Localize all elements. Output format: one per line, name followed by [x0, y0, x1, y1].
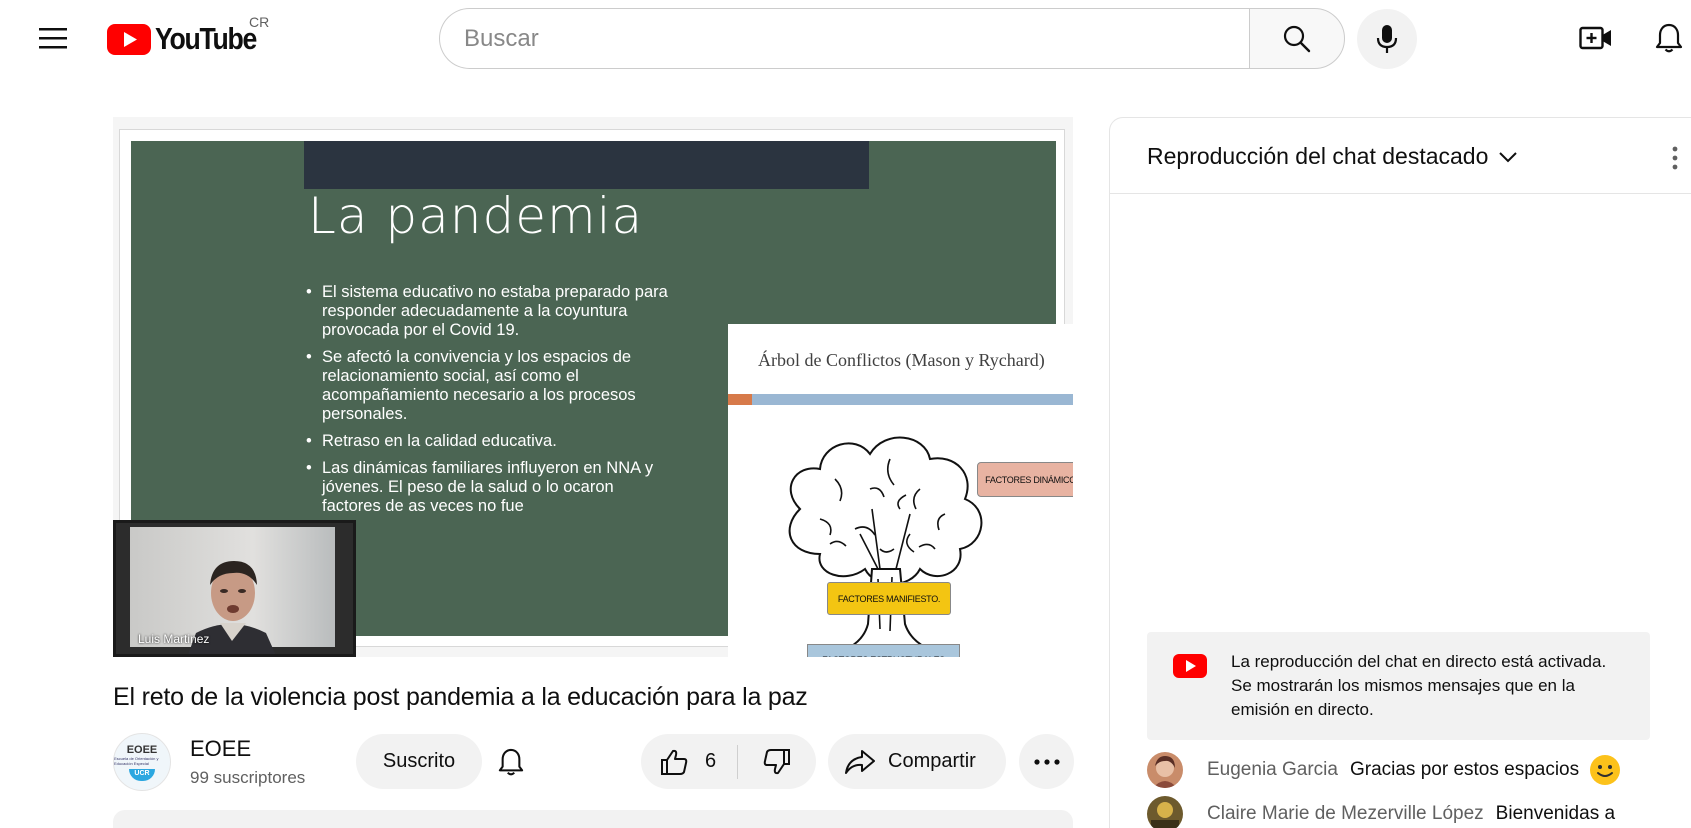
share-button[interactable]: Compartir — [828, 734, 1006, 789]
chat-banner-text: La reproducción del chat en directo está… — [1231, 652, 1607, 719]
notifications-button[interactable] — [1648, 18, 1690, 58]
voice-search-button[interactable] — [1357, 9, 1417, 69]
channel-name[interactable]: EOEE — [190, 736, 251, 762]
conflict-tree-card: Árbol de Conflictos (Mason y Rychard) FA… — [728, 324, 1073, 657]
smiley-emoji-icon — [1590, 755, 1621, 785]
create-video-icon — [1579, 26, 1611, 50]
create-button[interactable] — [1575, 18, 1617, 58]
search-bar — [439, 8, 1345, 69]
message-author[interactable]: Claire Marie de Mezerville López — [1207, 803, 1484, 825]
chat-title: Reproducción del chat destacado — [1147, 143, 1489, 169]
card-title: Árbol de Conflictos (Mason y Rychard) — [758, 350, 1045, 370]
avatar-badge: UCR — [129, 768, 155, 781]
search-input[interactable] — [464, 24, 1249, 53]
share-icon — [845, 749, 875, 774]
slide-bullet: Las dinámicas familiares influyeron en N… — [306, 459, 676, 516]
masthead: YouTube CR — [0, 0, 1691, 76]
message-author[interactable]: Eugenia Garcia — [1207, 759, 1338, 781]
like-count: 6 — [705, 750, 717, 772]
video-title: El reto de la violencia post pandemia a … — [113, 683, 808, 711]
menu-button[interactable] — [30, 18, 76, 58]
youtube-wordmark: YouTube — [155, 21, 257, 56]
chat-replay-banner: La reproducción del chat en directo está… — [1147, 632, 1650, 740]
channel-avatar[interactable]: EOEE Escuela de Orientación y Educación … — [113, 733, 171, 791]
search-icon — [1283, 25, 1311, 52]
live-chat-replay: Reproducción del chat destacado La repro… — [1109, 117, 1691, 828]
slide-bullet: Retraso en la calidad educativa. — [306, 432, 676, 451]
card-divider-bar — [728, 394, 1073, 405]
message-text: Gracias por estos espacios — [1349, 759, 1580, 780]
chat-more-button[interactable] — [1655, 138, 1691, 178]
label-manifest-factors: FACTORES MANIFIESTO. — [827, 582, 951, 615]
bell-icon — [498, 748, 524, 776]
chevron-down-icon — [1499, 151, 1518, 162]
more-horizontal-icon — [1033, 758, 1060, 765]
chat-header: Reproducción del chat destacado — [1110, 118, 1691, 194]
region-code: CR — [249, 14, 270, 30]
avatar-subtext: Escuela de Orientación y Educación Espec… — [114, 755, 159, 766]
dislike-button[interactable] — [738, 734, 816, 789]
slide-bullets: El sistema educativo no estaba preparado… — [306, 283, 676, 524]
youtube-logo[interactable]: YouTube CR — [107, 14, 273, 57]
slide-bullet: El sistema educativo no estaba preparado… — [306, 283, 676, 340]
search-box — [439, 8, 1249, 69]
author-avatar[interactable] — [1147, 796, 1183, 828]
card-divider-accent — [728, 394, 752, 405]
chat-message: Eugenia Garcia Gracias por estos espacio… — [1147, 752, 1621, 788]
message-text: Bienvenidas a — [1495, 803, 1616, 824]
more-vertical-icon — [1672, 146, 1678, 170]
mic-icon — [1376, 25, 1398, 53]
thumbs-up-icon — [661, 749, 688, 775]
youtube-logo-icon — [107, 23, 151, 55]
label-structural-factors: FACTORES ESTRUCTURALES — [807, 644, 960, 657]
video-player[interactable]: La pandemia El sistema educativo no esta… — [113, 117, 1073, 657]
bell-icon — [1655, 23, 1683, 53]
avatar-image — [1147, 752, 1183, 788]
description-box[interactable] — [113, 810, 1073, 828]
youtube-icon — [1173, 654, 1207, 678]
chat-message: Claire Marie de Mezerville López Bienven… — [1147, 796, 1615, 828]
tree-illustration — [788, 436, 983, 648]
subscriber-count: 99 suscriptores — [190, 768, 306, 787]
speaker-webcam: Luis Martinez — [113, 520, 356, 657]
slide-bullet: Se afectó la convivencia y los espacios … — [306, 348, 676, 424]
avatar-text: EOEE — [126, 743, 158, 756]
notification-preference-button[interactable] — [488, 739, 534, 785]
thumbs-down-icon — [763, 748, 790, 774]
search-button[interactable] — [1249, 8, 1345, 69]
subscribed-button[interactable]: Suscrito — [356, 734, 482, 789]
chat-mode-dropdown[interactable]: Reproducción del chat destacado — [1147, 143, 1518, 170]
label-dynamic-factors: FACTORES DINÁMICOS. — [977, 462, 1073, 497]
slide-title: La pandemia — [308, 187, 644, 245]
slide-header-bar — [304, 141, 869, 189]
more-actions-button[interactable] — [1019, 734, 1074, 789]
speaker-name: Luis Martinez — [138, 632, 210, 646]
author-avatar[interactable] — [1147, 752, 1183, 788]
menu-icon — [39, 28, 67, 49]
share-label: Compartir — [888, 750, 976, 772]
avatar-image — [1147, 796, 1183, 828]
like-button[interactable]: 6 — [641, 734, 737, 789]
like-dislike-group: 6 — [641, 734, 816, 789]
